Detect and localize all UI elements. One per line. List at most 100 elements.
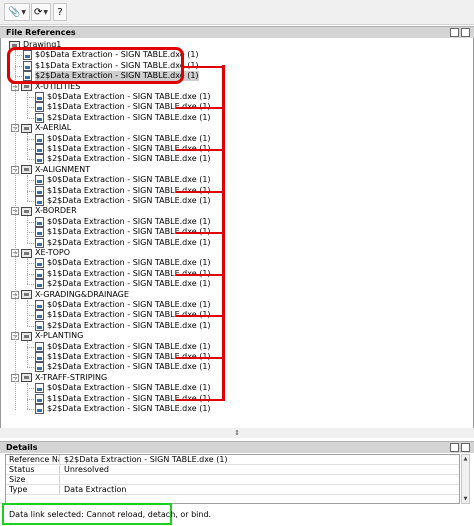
tree-group[interactable]: − X-GRADING&DRAINAGE: [11, 290, 129, 300]
group-label: X-GRADING&DRAINAGE: [35, 289, 129, 299]
red-annotation-line: [176, 357, 222, 359]
preview-view-icon[interactable]: [461, 443, 470, 452]
tree-group[interactable]: − X-TRAFF-STRIPING: [11, 373, 107, 383]
tree-group[interactable]: − X-ALIGNMENT: [11, 165, 90, 175]
tree-view-icon[interactable]: [461, 28, 470, 37]
data-extraction-icon: [35, 102, 44, 113]
details-value: [60, 475, 64, 484]
tree-connector: [27, 409, 34, 410]
tree-connector: [27, 346, 34, 348]
details-value: Data Extraction: [64, 485, 127, 494]
group-label: X-TRAFF-STRIPING: [35, 372, 108, 382]
group-label: X-BORDER: [35, 206, 77, 216]
item-label: $0$Data Extraction - SIGN TABLE.dxe (1): [47, 258, 211, 268]
tree-item[interactable]: $2$Data Extraction - SIGN TABLE.dxe (1): [35, 112, 211, 123]
tree-item[interactable]: $0$Data Extraction - SIGN TABLE.dxe (1): [35, 341, 211, 352]
item-label: $2$Data Extraction - SIGN TABLE.dxe (1): [47, 279, 211, 289]
tree-connector: [27, 159, 34, 161]
tree-connector: [27, 133, 28, 160]
tree-item[interactable]: $2$Data Extraction - SIGN TABLE.dxe (1): [35, 196, 211, 206]
data-extraction-icon: [35, 352, 44, 362]
item-label: $2$Data Extraction - SIGN TABLE.dxe (1): [47, 196, 211, 205]
data-extraction-icon: [35, 320, 44, 331]
tree-group[interactable]: − X-BORDER: [11, 206, 77, 216]
tree-item[interactable]: $0$Data Extraction - SIGN TABLE.dxe (1): [35, 175, 211, 186]
group-label: X-PLANTING: [35, 331, 84, 341]
details-value[interactable]: $2$Data Extraction - SIGN TABLE.dxe (1): [60, 455, 228, 464]
help-button[interactable]: ?: [53, 3, 67, 21]
item-label: $2$Data Extraction - SIGN TABLE.dxe (1): [47, 362, 211, 372]
panel-splitter[interactable]: ⇕: [0, 428, 474, 438]
xref-drawing-icon: [21, 123, 32, 133]
item-label: $2$Data Extraction - SIGN TABLE.dxe (1): [47, 237, 211, 247]
red-annotation-line: [176, 232, 222, 235]
tree-item[interactable]: $0$Data Extraction - SIGN TABLE.dxe (1): [35, 300, 211, 310]
data-extraction-icon: [35, 300, 44, 310]
data-extraction-icon: [35, 185, 44, 196]
data-extraction-icon: [35, 362, 44, 373]
data-extraction-icon: [35, 310, 44, 321]
list-view-icon[interactable]: [450, 28, 459, 37]
red-annotation-line: [183, 65, 222, 68]
tree-connector: [27, 242, 34, 244]
tree-item[interactable]: $0$Data Extraction - SIGN TABLE.dxe (1): [35, 258, 211, 269]
chevron-down-icon: ▼: [43, 8, 48, 16]
tree-item[interactable]: $0$Data Extraction - SIGN TABLE.dxe (1): [35, 92, 211, 102]
attach-icon: 📎: [7, 6, 21, 18]
details-view-icon[interactable]: [450, 443, 459, 452]
data-extraction-icon: [35, 237, 44, 248]
tree-item[interactable]: $2$Data Extraction - SIGN TABLE.dxe (1): [35, 404, 211, 414]
data-extraction-icon: [35, 154, 44, 165]
red-annotation-line: [176, 190, 222, 193]
xref-drawing-icon: [21, 331, 32, 341]
details-scrollbar[interactable]: ▲ ▼: [461, 454, 470, 504]
tree-connector: [27, 97, 34, 98]
tree-connector: [27, 273, 34, 275]
item-label: $2$Data Extraction - SIGN TABLE.dxe (1): [47, 320, 211, 330]
tree-connector: [27, 305, 34, 306]
tree-item[interactable]: $2$Data Extraction - SIGN TABLE.dxe (1): [35, 279, 211, 290]
tree-item[interactable]: $0$Data Extraction - SIGN TABLE.dxe (1): [35, 216, 211, 227]
tree-connector: [27, 341, 28, 368]
tree-item[interactable]: $0$Data Extraction - SIGN TABLE.dxe (1): [35, 383, 211, 394]
details-row: Reference Na... $2$Data Extraction - SIG…: [6, 455, 459, 465]
tree-connector: [27, 284, 34, 286]
tree-connector: [27, 201, 34, 202]
tree-connector: [27, 357, 34, 358]
tree-item[interactable]: $2$Data Extraction - SIGN TABLE.dxe (1): [35, 154, 211, 165]
data-extraction-icon: [35, 216, 44, 227]
details-row: Size: [6, 475, 459, 485]
details-value: Unresolved: [64, 465, 109, 474]
tree-connector: [27, 388, 34, 390]
scroll-down-icon[interactable]: ▼: [462, 495, 469, 503]
tree-group[interactable]: − X-PLANTING: [11, 331, 83, 341]
scroll-up-icon[interactable]: ▲: [462, 455, 469, 463]
item-label: $2$Data Extraction - SIGN TABLE.dxe (1): [47, 404, 211, 413]
red-annotation-line: [176, 315, 222, 318]
item-label: $0$Data Extraction - SIGN TABLE.dxe (1): [47, 383, 211, 393]
help-icon: ?: [57, 6, 63, 18]
tree-item[interactable]: $2$Data Extraction - SIGN TABLE.dxe (1): [35, 320, 211, 331]
tree-group[interactable]: − XE-TOPO: [11, 248, 70, 258]
data-extraction-icon: [35, 112, 44, 123]
tree-item[interactable]: $2$Data Extraction - SIGN TABLE.dxe (1): [35, 237, 211, 248]
tree-connector: [27, 221, 34, 223]
tree-item[interactable]: $2$Data Extraction - SIGN TABLE.dxe (1): [35, 362, 211, 373]
tree-connector: [27, 232, 34, 234]
details-table: Reference Na... $2$Data Extraction - SIG…: [5, 454, 460, 504]
tree-item[interactable]: $0$Data Extraction - SIGN TABLE.dxe (1): [35, 133, 211, 144]
tree-connector: [27, 107, 34, 109]
tree-connector: [27, 315, 34, 317]
xref-drawing-icon: [21, 165, 32, 175]
toolbar: 📎 ▼ ⟳ ▼ ?: [0, 0, 474, 25]
details-row: Status Unresolved: [6, 465, 459, 475]
attach-dropdown-button[interactable]: 📎 ▼: [4, 3, 30, 21]
details-key: Size: [6, 475, 60, 484]
tree-connector: [27, 180, 34, 182]
refresh-button[interactable]: ⟳ ▼: [31, 3, 51, 21]
tree-connector: [27, 91, 28, 118]
data-extraction-icon: [35, 341, 44, 352]
tree-connector: [27, 299, 28, 326]
tree-group[interactable]: − X-AERIAL: [11, 123, 71, 133]
group-label: XE-TOPO: [35, 248, 70, 257]
